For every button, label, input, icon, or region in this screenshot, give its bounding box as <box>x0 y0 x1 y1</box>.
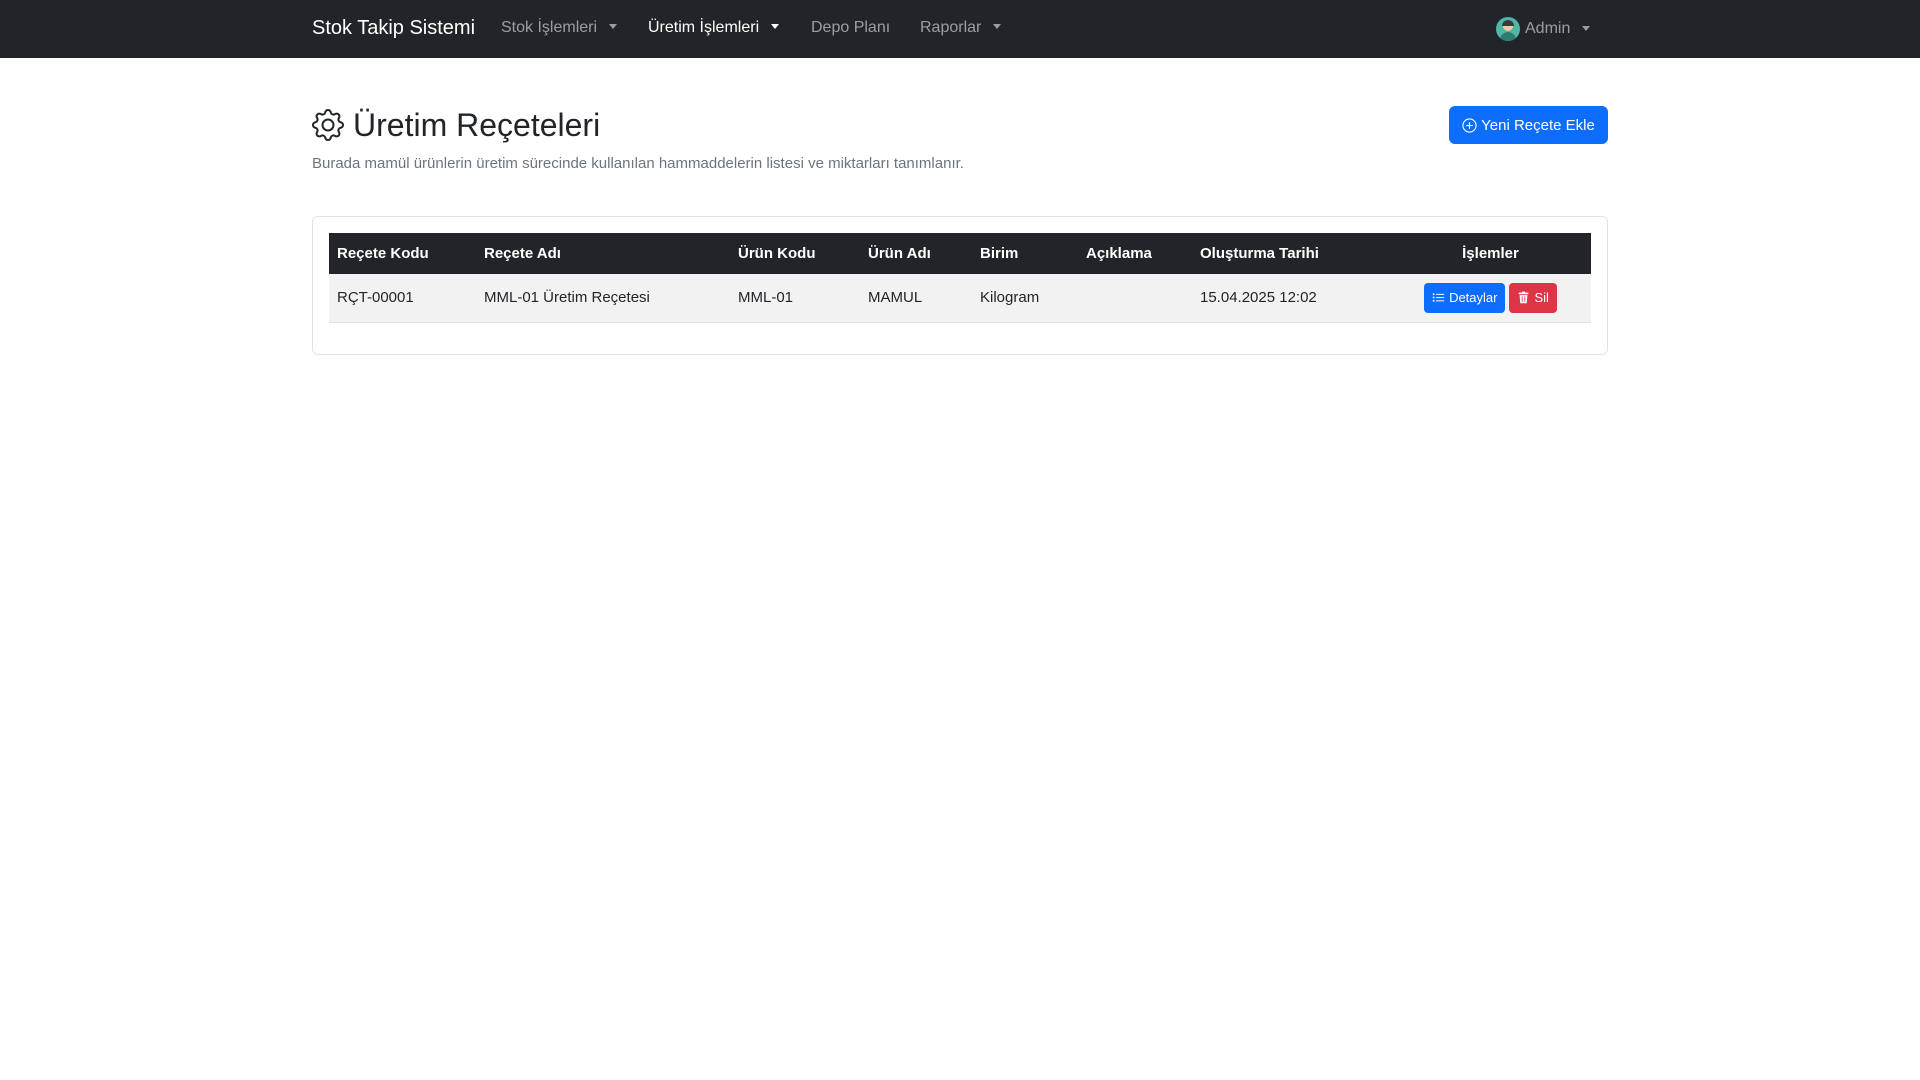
chevron-down-icon <box>771 24 780 30</box>
cell-recipe-name: MML-01 Üretim Reçetesi <box>484 289 650 307</box>
list-icon <box>1432 293 1445 302</box>
column-header: Ürün Kodu <box>738 245 816 262</box>
cell-product-name: MAMUL <box>868 289 923 307</box>
add-recipe-button[interactable]: Yeni Reçete Ekle <box>1449 106 1608 144</box>
table-header-row: Reçete Kodu Reçete Adı Ürün Kodu Ürün Ad… <box>329 233 1591 274</box>
user-name: Admin <box>1525 20 1571 37</box>
table-row: RÇT-00001 MML-01 Üretim Reçetesi MML-01 … <box>329 274 1591 322</box>
nav-item-uretim-islemleri[interactable]: Üretim İşlemleri <box>648 19 780 37</box>
chevron-down-icon <box>609 24 618 30</box>
column-header: Açıklama <box>1086 245 1152 262</box>
chevron-down-icon <box>993 24 1002 30</box>
cell-description <box>1078 274 1192 322</box>
page-title: Üretim Reçeteleri <box>312 105 600 145</box>
column-header: Birim <box>980 245 1019 262</box>
nav-item-label: Depo Planı <box>811 19 891 36</box>
column-header: Reçete Adı <box>484 245 561 262</box>
chevron-down-icon <box>1582 25 1591 31</box>
nav-item-raporlar[interactable]: Raporlar <box>920 19 1002 37</box>
delete-label: Sil <box>1534 290 1549 306</box>
recipes-table: Reçete Kodu Reçete Adı Ürün Kodu Ürün Ad… <box>329 233 1591 323</box>
trash-icon <box>1519 291 1529 304</box>
cell-created-date: 15.04.2025 12:02 <box>1200 289 1317 307</box>
add-recipe-label: Yeni Reçete Ekle <box>1481 116 1595 134</box>
plus-circle-icon <box>1462 117 1477 133</box>
details-button[interactable]: Detaylar <box>1424 282 1506 313</box>
top-navbar: Stok Takip Sistemi Stok İşlemleri Üretim… <box>0 0 1920 58</box>
recipes-card: Reçete Kodu Reçete Adı Ürün Kodu Ürün Ad… <box>312 216 1608 355</box>
cell-product-code: MML-01 <box>738 289 794 307</box>
page-heading: Üretim Reçeteleri <box>353 107 601 143</box>
navbar-brand[interactable]: Stok Takip Sistemi <box>312 17 475 40</box>
details-label: Detaylar <box>1449 290 1498 306</box>
user-menu[interactable]: Admin <box>1496 17 1591 41</box>
nav-item-depo-plani[interactable]: Depo Planı <box>811 19 890 37</box>
cell-actions: Detaylar Sil <box>1390 274 1591 322</box>
nav-item-label: Raporlar <box>920 19 982 36</box>
column-header: İşlemler <box>1462 245 1519 262</box>
nav-item-label: Stok İşlemleri <box>501 19 598 36</box>
nav-item-stok-islemleri[interactable]: Stok İşlemleri <box>501 19 618 37</box>
avatar <box>1496 17 1520 41</box>
cell-unit: Kilogram <box>980 289 1040 307</box>
column-header: Ürün Adı <box>868 245 931 262</box>
nav-item-label: Üretim İşlemleri <box>648 19 760 36</box>
cell-recipe-code: RÇT-00001 <box>337 289 414 307</box>
column-header: Oluşturma Tarihi <box>1200 245 1319 262</box>
delete-button[interactable]: Sil <box>1509 282 1557 313</box>
page-description: Burada mamül ürünlerin üretim sürecinde … <box>312 155 964 172</box>
column-header: Reçete Kodu <box>337 245 429 262</box>
gear-icon <box>312 109 344 141</box>
